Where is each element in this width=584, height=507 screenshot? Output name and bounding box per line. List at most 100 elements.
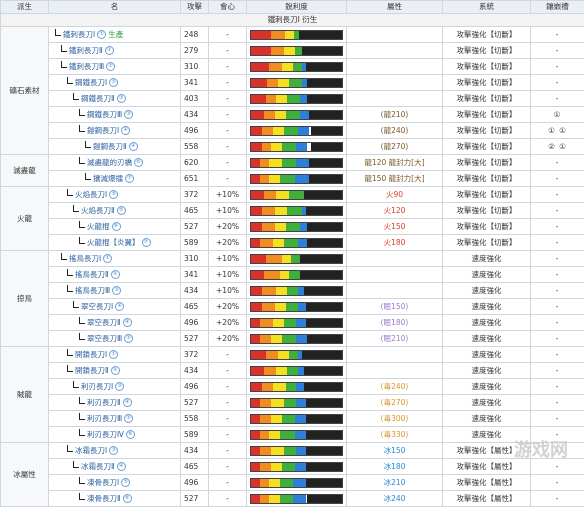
table-row[interactable]: 礦石素材鐵刺長刀Ⅰ①生產248-攻擊強化【切斷】- [1,27,584,43]
weapon-name-link[interactable]: 滅盡龍的刃橋 [87,158,132,167]
weapon-name-link[interactable]: 利刃長刀Ⅲ [87,414,122,423]
weapon-name-cell[interactable]: 冰霜長刀Ⅱ④ [49,459,181,475]
weapon-name-cell[interactable]: 開鎖長刀Ⅱ② [49,363,181,379]
table-row[interactable]: 利刃長刀Ⅱ④527-(毒270)速度強化- [1,395,584,411]
weapon-name-cell[interactable]: 翠空長刀Ⅲ⑤ [49,331,181,347]
weapon-name-link[interactable]: 搖鳥長刀Ⅰ [69,254,101,263]
weapon-name-cell[interactable]: 凍骨長刀Ⅱ⑥ [49,491,181,507]
table-row[interactable]: 翠空長刀Ⅰ④465+20%(眠150)速度強化- [1,299,584,315]
weapon-name-cell[interactable]: 火龍棍⑥ [49,219,181,235]
weapon-name-cell[interactable]: 鎧鋼長刀Ⅱ④ [49,139,181,155]
weapon-name-link[interactable]: 凍骨長刀Ⅱ [87,494,121,503]
weapon-name-cell[interactable]: 鋼鐵長刀Ⅲ③ [49,107,181,123]
table-row[interactable]: 火龍棍【炎翼】⑦589+20%火180攻擊強化【切斷】- [1,235,584,251]
weapon-name-link[interactable]: 利刃長刀Ⅱ [87,398,121,407]
sharpness-segment-blue [302,79,307,87]
weapon-name-cell[interactable]: 凍骨長刀Ⅰ⑤ [49,475,181,491]
weapon-name-cell[interactable]: 利刃長刀Ⅲ⑤ [49,411,181,427]
weapon-name-cell[interactable]: 鎧鋼長刀Ⅰ④ [49,123,181,139]
table-row[interactable]: 搖鳥長刀Ⅲ③434+10%速度強化- [1,283,584,299]
weapon-name-link[interactable]: 翠空長刀Ⅱ [87,318,121,327]
weapon-name-cell[interactable]: 鋼鐵長刀Ⅱ③ [49,91,181,107]
element-value: (龍270) [347,139,443,155]
table-row[interactable]: 凍骨長刀Ⅱ⑥527-冰240攻擊強化【屬性】- [1,491,584,507]
weapon-name-link[interactable]: 鐵刺長刀Ⅰ [63,30,95,39]
table-row[interactable]: 鋼鐵長刀Ⅰ②341-攻擊強化【切斷】- [1,75,584,91]
weapon-name-link[interactable]: 搖鳥長刀Ⅲ [75,286,110,295]
weapon-name-link[interactable]: 搖鳥長刀Ⅱ [75,270,109,279]
table-row[interactable]: 滅盡龍滅盡龍的刃橋⑥620-龍120 龍封力[大]攻擊強化【切斷】- [1,155,584,171]
weapon-name-link[interactable]: 火龍棍 [87,222,110,231]
weapon-name-link[interactable]: 鋼鐵長刀Ⅰ [75,78,107,87]
table-row[interactable]: 火龍火焰長刀Ⅰ⑤372+10%火90攻擊強化【切斷】- [1,187,584,203]
table-row[interactable]: 利刃長刀Ⅲ⑤558-(毒300)速度強化- [1,411,584,427]
weapon-name-cell[interactable]: 攘滅爆擂⑦ [49,171,181,187]
weapon-name-cell[interactable]: 翠空長刀Ⅱ④ [49,315,181,331]
weapon-name-cell[interactable]: 鐵刺長刀Ⅲ② [49,59,181,75]
weapon-name-link[interactable]: 鐵刺長刀Ⅲ [69,62,104,71]
table-row[interactable]: 火龍棍⑥527+20%火150攻擊強化【切斷】- [1,219,584,235]
rarity-icon: ④ [123,318,132,327]
table-row[interactable]: 鋼鐵長刀Ⅱ③403-攻擊強化【切斷】- [1,91,584,107]
weapon-name-link[interactable]: 開鎖長刀Ⅱ [75,366,109,375]
weapon-name-link[interactable]: 火龍棍【炎翼】 [87,238,140,247]
tree-connector [79,317,85,324]
weapon-name-cell[interactable]: 鐵刺長刀Ⅰ①生產 [49,27,181,43]
weapon-name-link[interactable]: 翠空長刀Ⅲ [87,334,122,343]
weapon-name-cell[interactable]: 搖鳥長刀Ⅱ② [49,267,181,283]
weapon-name-link[interactable]: 利刃長刀Ⅳ [87,430,124,439]
table-row[interactable]: 利刃長刀Ⅰ③496-(毒240)速度強化- [1,379,584,395]
weapon-name-link[interactable]: 冰霜長刀Ⅱ [81,462,115,471]
weapon-name-cell[interactable]: 火焰長刀Ⅱ⑤ [49,203,181,219]
weapon-name-link[interactable]: 利刃長刀Ⅰ [81,382,113,391]
weapon-name-cell[interactable]: 鋼鐵長刀Ⅰ② [49,75,181,91]
table-row[interactable]: 攘滅爆擂⑦651-龍150 龍封力[大]攻擊強化【切斷】- [1,171,584,187]
tree-connector [67,349,73,356]
table-row[interactable]: 搖鳥長刀Ⅱ②341+10%速度強化- [1,267,584,283]
table-row[interactable]: 鐵刺長刀Ⅲ②310-攻擊強化【切斷】- [1,59,584,75]
table-row[interactable]: 鎧鋼長刀Ⅰ④496-(龍240)攻擊強化【切斷】① ① [1,123,584,139]
weapon-name-cell[interactable]: 利刃長刀Ⅳ⑥ [49,427,181,443]
table-row[interactable]: 鐵刺長刀Ⅱ①279-攻擊強化【切斷】- [1,43,584,59]
table-row[interactable]: 冰霜長刀Ⅱ④465-冰180攻擊強化【屬性】- [1,459,584,475]
sharpness-segment-yellow [285,31,294,39]
weapon-name-cell[interactable]: 搖鳥長刀Ⅰ① [49,251,181,267]
weapon-name-cell[interactable]: 鐵刺長刀Ⅱ① [49,43,181,59]
weapon-name-link[interactable]: 冰霜長刀Ⅰ [75,446,107,455]
weapon-name-link[interactable]: 鐵刺長刀Ⅱ [69,46,103,55]
weapon-name-link[interactable]: 鎧鋼長刀Ⅱ [93,142,127,151]
weapon-name-link[interactable]: 鋼鐵長刀Ⅱ [81,94,115,103]
weapon-name-link[interactable]: 開鎖長刀Ⅰ [75,350,107,359]
sharpness-segment-orange [266,351,279,359]
weapon-name-link[interactable]: 鋼鐵長刀Ⅲ [87,110,122,119]
weapon-name-cell[interactable]: 滅盡龍的刃橋⑥ [49,155,181,171]
weapon-name-link[interactable]: 火焰長刀Ⅰ [75,190,107,199]
weapon-name-cell[interactable]: 火焰長刀Ⅰ⑤ [49,187,181,203]
table-row[interactable]: 開鎖長刀Ⅱ②434-速度強化- [1,363,584,379]
table-row[interactable]: 鋼鐵長刀Ⅲ③434-(龍210)攻擊強化【切斷】① [1,107,584,123]
weapon-name-cell[interactable]: 火龍棍【炎翼】⑦ [49,235,181,251]
table-row[interactable]: 翠空長刀Ⅲ⑤527+20%(眠210)速度強化- [1,331,584,347]
table-row[interactable]: 利刃長刀Ⅳ⑥589-(毒330)速度強化- [1,427,584,443]
attack-value: 372 [181,347,209,363]
table-row[interactable]: 翠空長刀Ⅱ④496+20%(眠180)速度強化- [1,315,584,331]
table-row[interactable]: 凍骨長刀Ⅰ⑤496-冰210攻擊強化【屬性】- [1,475,584,491]
tree-connector [79,429,85,436]
weapon-name-link[interactable]: 攘滅爆擂 [93,174,123,183]
weapon-name-link[interactable]: 凍骨長刀Ⅰ [87,478,119,487]
weapon-name-cell[interactable]: 利刃長刀Ⅰ③ [49,379,181,395]
sharpness-segment-red [251,255,266,263]
weapon-name-link[interactable]: 鎧鋼長刀Ⅰ [87,126,119,135]
weapon-name-cell[interactable]: 搖鳥長刀Ⅲ③ [49,283,181,299]
table-row[interactable]: 冰屬性冰霜長刀Ⅰ③434-冰150攻擊強化【屬性】- [1,443,584,459]
weapon-name-cell[interactable]: 利刃長刀Ⅱ④ [49,395,181,411]
weapon-name-cell[interactable]: 開鎖長刀Ⅰ① [49,347,181,363]
weapon-name-cell[interactable]: 冰霜長刀Ⅰ③ [49,443,181,459]
table-row[interactable]: 鎧鋼長刀Ⅱ④558-(龍270)攻擊強化【切斷】② ① [1,139,584,155]
weapon-name-link[interactable]: 火焰長刀Ⅱ [81,206,115,215]
table-row[interactable]: 賊龍開鎖長刀Ⅰ①372-速度強化- [1,347,584,363]
table-row[interactable]: 火焰長刀Ⅱ⑤465+10%火120攻擊強化【切斷】- [1,203,584,219]
weapon-name-link[interactable]: 翠空長刀Ⅰ [81,302,113,311]
weapon-name-cell[interactable]: 翠空長刀Ⅰ④ [49,299,181,315]
table-row[interactable]: 掠鳥搖鳥長刀Ⅰ①310+10%速度強化- [1,251,584,267]
